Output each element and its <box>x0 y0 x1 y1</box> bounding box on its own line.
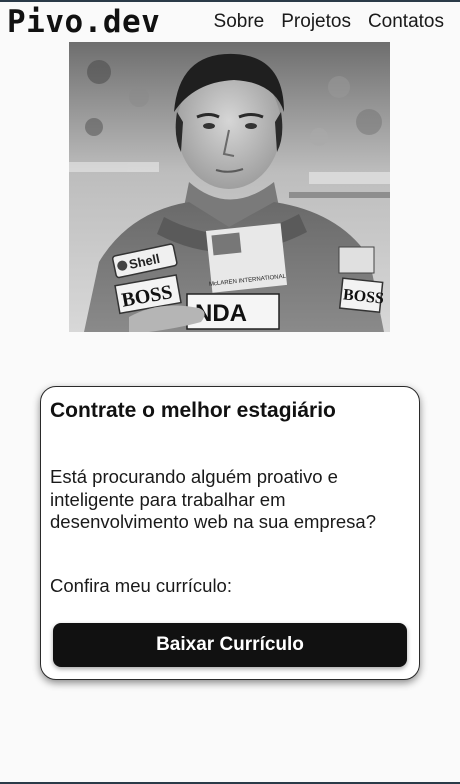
nav-link-projetos[interactable]: Projetos <box>281 11 351 33</box>
profile-photo: Shell BOSS BOSS NDA McLAREN INTERNATIONA… <box>69 42 390 332</box>
nav-link-sobre[interactable]: Sobre <box>214 11 265 33</box>
card-title: Contrate o melhor estagiário <box>50 399 336 422</box>
main-nav: Sobre Projetos Contatos <box>214 11 444 33</box>
card-prompt: Confira meu currículo: <box>50 575 232 596</box>
download-resume-button[interactable]: Baixar Currículo <box>53 623 407 667</box>
site-header: Pivo.dev Sobre Projetos Contatos <box>0 2 460 42</box>
profile-photo-illustration: Shell BOSS BOSS NDA McLAREN INTERNATIONA… <box>69 42 390 332</box>
nav-link-contatos[interactable]: Contatos <box>368 11 444 33</box>
card-description: Está procurando alguém proativo e inteli… <box>50 466 376 532</box>
hire-card: Contrate o melhor estagiário Está procur… <box>40 386 420 680</box>
site-logo[interactable]: Pivo.dev <box>7 4 160 40</box>
